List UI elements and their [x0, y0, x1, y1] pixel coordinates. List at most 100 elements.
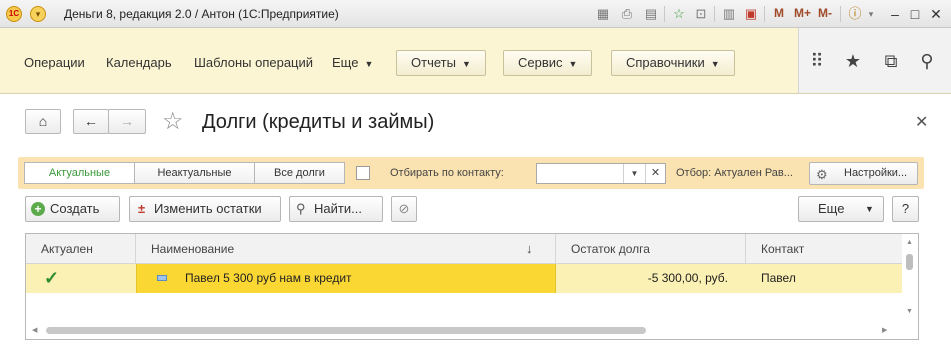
page-title: Долги (кредиты и займы) — [202, 111, 435, 133]
vertical-scrollbar[interactable]: ▲ ▼ — [902, 234, 918, 322]
memory-m-button[interactable]: M — [774, 6, 784, 20]
more-button[interactable]: Еще ▼ — [798, 196, 884, 222]
find-label: Найти... — [314, 201, 362, 216]
sort-arrow-icon: ↓ — [526, 241, 533, 256]
name-cell[interactable]: Павел 5 300 руб нам в кредит — [136, 264, 556, 293]
change-balances-button[interactable]: ± Изменить остатки — [129, 196, 281, 222]
separator — [840, 6, 841, 22]
scroll-down-icon[interactable]: ▼ — [906, 308, 913, 315]
plus-minus-icon: ± — [138, 201, 146, 216]
close-icon[interactable]: ✕ — [915, 112, 928, 132]
reports-label: Отчеты — [411, 55, 456, 70]
settings-icon: ⚙ — [816, 167, 828, 182]
separator — [664, 6, 665, 22]
grid-icon[interactable]: ⠿ — [807, 50, 827, 72]
reports-button[interactable]: Отчеты ▼ — [396, 50, 486, 76]
service-button[interactable]: Сервис ▼ — [503, 50, 593, 76]
column-header-contact[interactable]: Контакт — [746, 234, 902, 264]
window-close-icon[interactable]: ✕ — [927, 5, 945, 23]
save-icon[interactable]: ▦ — [594, 5, 612, 23]
window-title: Деньги 8, редакция 2.0 / Антон (1С:Предп… — [64, 7, 339, 21]
arrow-left-icon: ← — [84, 113, 98, 129]
help-button[interactable]: ? — [892, 196, 919, 222]
table-row[interactable]: ✓ Павел 5 300 руб нам в кредит -5 300,00… — [26, 264, 902, 293]
horizontal-scroll-thumb[interactable] — [46, 327, 646, 334]
chevron-down-icon: ▼ — [865, 204, 874, 214]
section-calendar[interactable]: Календарь — [106, 55, 172, 70]
debt-name: Павел 5 300 руб нам в кредит — [185, 271, 352, 285]
contact-filter-checkbox[interactable] — [356, 166, 370, 180]
arrow-right-icon: → — [120, 113, 134, 129]
vertical-scroll-thumb[interactable] — [906, 254, 913, 270]
scroll-up-icon[interactable]: ▲ — [906, 239, 913, 246]
change-balances-label: Изменить остатки — [154, 201, 262, 216]
debts-table[interactable]: Актуален Наименование ↓ Остаток долга Ко… — [25, 233, 919, 340]
balance-cell: -5 300,00, руб. — [647, 271, 728, 285]
settings-label: Настройки... — [844, 167, 908, 179]
contact-cell: Павел — [761, 271, 796, 285]
column-header-name[interactable]: Наименование ↓ — [136, 234, 556, 264]
section-more-label: Еще — [332, 55, 359, 70]
memory-plus-button[interactable]: M+ — [794, 6, 811, 20]
calendar-icon[interactable]: ▣ — [742, 5, 760, 23]
separator — [714, 6, 715, 22]
cancel-search-icon: ⊘ — [398, 201, 410, 216]
column-header-actual[interactable]: Актуален — [26, 234, 136, 264]
back-button[interactable]: ← — [73, 109, 109, 134]
actual-check-icon: ✓ — [44, 268, 60, 288]
service-label: Сервис — [518, 55, 563, 70]
memory-minus-button[interactable]: M- — [818, 6, 832, 20]
tab-all-debts[interactable]: Все долги — [254, 162, 345, 184]
chevron-down-icon: ▼ — [568, 59, 578, 69]
star-icon[interactable]: ☆ — [162, 108, 184, 136]
column-header-name-label: Наименование — [151, 242, 235, 256]
maximize-icon[interactable]: □ — [906, 5, 924, 23]
selection-summary: Отбор: Актуален Рав... — [676, 167, 793, 179]
directories-label: Справочники — [626, 55, 705, 70]
contact-field[interactable]: ▼ ✕ — [536, 163, 666, 184]
tools-panel: ⠿ ★ ⧉ ⚲ — [798, 28, 951, 94]
favorites-icon[interactable]: ★ — [843, 50, 863, 72]
contact-filter-label: Отбирать по контакту: — [390, 167, 504, 179]
horizontal-scrollbar[interactable]: ◀ ▶ — [26, 322, 918, 339]
chevron-down-icon[interactable]: ▼ — [623, 164, 645, 183]
section-operations[interactable]: Операции — [24, 55, 85, 70]
home-icon: ⌂ — [38, 113, 48, 129]
scroll-left-icon[interactable]: ◀ — [32, 326, 37, 334]
calculator-icon[interactable]: ▥ — [720, 5, 738, 23]
home-button[interactable]: ⌂ — [25, 109, 61, 134]
clear-icon[interactable]: ✕ — [645, 164, 665, 183]
app-logo-icon[interactable]: 1С — [6, 6, 22, 22]
tab-inactual[interactable]: Неактуальные — [134, 162, 255, 184]
search-icon: ⚲ — [296, 201, 306, 216]
chevron-down-icon: ▼ — [710, 59, 720, 69]
create-label: Создать — [50, 201, 100, 216]
more-label: Еще — [818, 201, 845, 216]
column-header-balance[interactable]: Остаток долга — [556, 234, 746, 264]
window-titlebar: 1С ▾ Деньги 8, редакция 2.0 / Антон (1С:… — [0, 0, 951, 28]
preview-icon[interactable]: ▤ — [642, 5, 660, 23]
link-icon[interactable]: ⊡ — [692, 5, 710, 23]
search-icon[interactable]: ⚲ — [917, 50, 937, 72]
settings-button[interactable]: ⚙ Настройки... — [809, 162, 918, 185]
cancel-search-button[interactable]: ⊘ — [391, 196, 417, 222]
section-templates[interactable]: Шаблоны операций — [194, 55, 313, 70]
forward-button[interactable]: → — [108, 109, 146, 134]
directories-button[interactable]: Справочники ▼ — [611, 50, 735, 76]
tab-actual[interactable]: Актуальные — [24, 162, 135, 184]
history-icon[interactable]: ⧉ — [881, 50, 901, 72]
chevron-down-icon: ▼ — [461, 59, 471, 69]
info-dropdown-icon[interactable]: ▾ — [862, 5, 880, 23]
debt-item-icon — [157, 275, 167, 281]
find-button[interactable]: ⚲ Найти... — [289, 196, 383, 222]
separator — [764, 6, 765, 22]
minimize-icon[interactable]: – — [886, 5, 904, 23]
scroll-right-icon[interactable]: ▶ — [882, 326, 887, 334]
print-icon[interactable]: ⎙ — [618, 5, 636, 23]
add-favorite-icon[interactable]: ☆ — [670, 5, 688, 23]
plus-icon: + — [31, 202, 45, 216]
create-button[interactable]: + Создать — [25, 196, 120, 222]
main-menu-icon[interactable]: ▾ — [30, 6, 46, 22]
chevron-down-icon: ▼ — [364, 59, 374, 69]
section-more[interactable]: Еще ▼ — [332, 55, 373, 70]
